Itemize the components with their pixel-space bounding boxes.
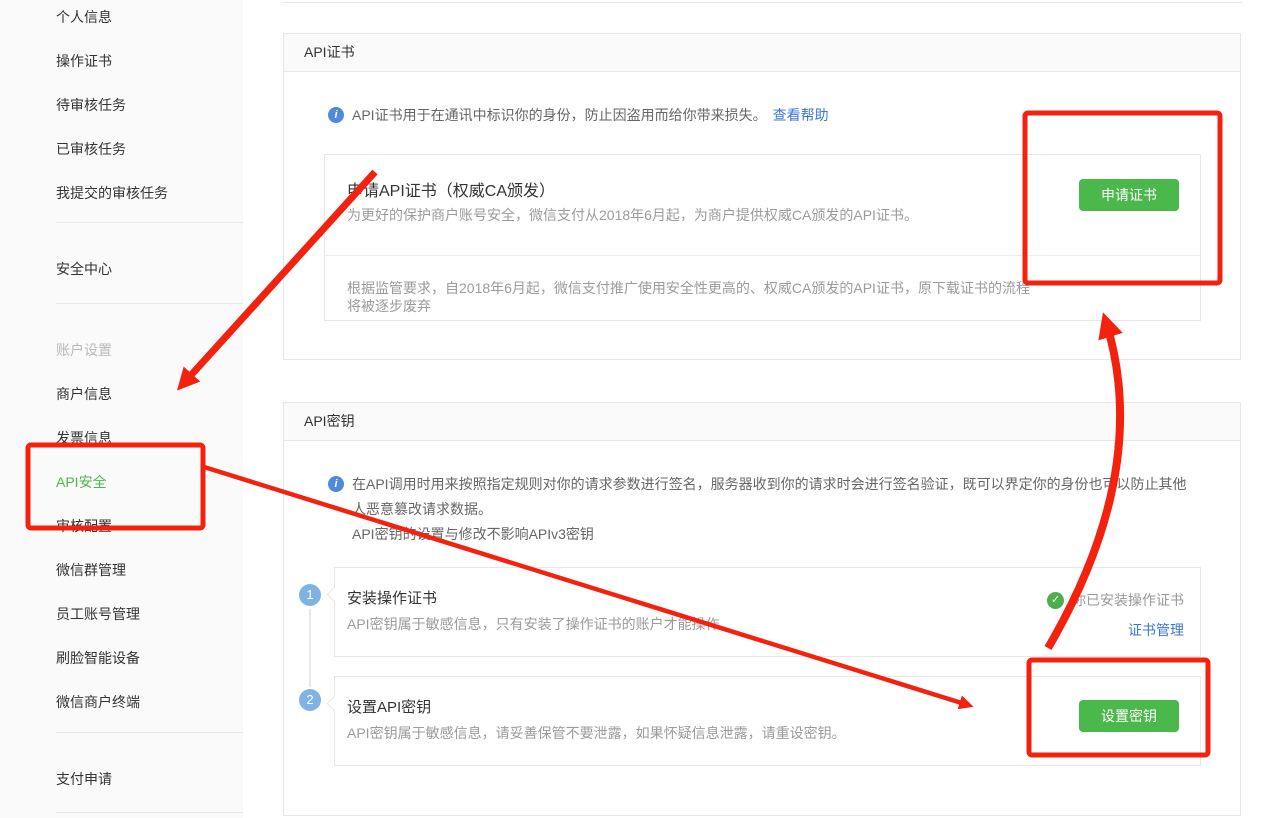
apply-cert-card-title: 申请API证书（权威CA颁发） [347,177,555,201]
step-connector [309,609,311,687]
sidebar-item-staff-account-management[interactable]: 员工账号管理 [0,592,243,636]
sidebar-divider [56,303,243,304]
sidebar-item-my-submitted-review-tasks[interactable]: 我提交的审核任务 [0,171,243,215]
sidebar-item-operation-certificate[interactable]: 操作证书 [0,39,243,83]
install-cert-step-box: 安装操作证书 API密钥属于敏感信息，只有安装了操作证书的账户才能操作 ✓ 你已… [334,567,1201,657]
sidebar-item-payment-application[interactable]: 支付申请 [0,757,243,801]
sidebar-item-wechat-group-management[interactable]: 微信群管理 [0,548,243,592]
api-key-info-row: i 在API调用时用来按照指定规则对你的请求参数进行签名，服务器收到你的请求时会… [328,475,1208,547]
content-top-divider [283,2,1243,3]
sidebar-item-merchant-info[interactable]: 商户信息 [0,372,243,416]
sidebar-item-pending-review-tasks[interactable]: 待审核任务 [0,83,243,127]
set-api-key-title: 设置API密钥 [347,696,431,717]
sidebar-item-wechat-merchant-terminal[interactable]: 微信商户终端 [0,680,243,724]
step-2-badge: 2 [299,689,321,711]
sidebar-item-security-center[interactable]: 安全中心 [0,247,243,291]
sidebar: 个人信息 操作证书 待审核任务 已审核任务 我提交的审核任务 安全中心 账户设置… [0,0,243,818]
apply-cert-notice: 根据监管要求，自2018年6月起，微信支付推广使用安全性更高的、权威CA颁发的A… [347,279,1030,315]
apply-cert-card: 申请API证书（权威CA颁发） 为更好的保护商户账号安全，微信支付从2018年6… [324,154,1201,321]
view-help-link[interactable]: 查看帮助 [773,106,829,124]
set-api-key-desc: API密钥属于敏感信息，请妥善保管不要泄露，如果怀疑信息泄露，请重设密钥。 [347,723,846,743]
sidebar-item-api-security[interactable]: API安全 [0,460,243,504]
apply-cert-card-desc: 为更好的保护商户账号安全，微信支付从2018年6月起，为商户提供权威CA颁发的A… [347,205,918,225]
api-cert-panel-title: API证书 [284,34,1240,72]
api-key-info-text: 在API调用时用来按照指定规则对你的请求参数进行签名，服务器收到你的请求时会进行… [352,472,1190,522]
api-cert-info-row: i API证书用于在通讯中标识你的身份，防止因盗用而给你带来损失。 查看帮助 [328,106,829,124]
api-key-panel-title: API密钥 [284,403,1240,441]
sidebar-item-personal-info[interactable]: 个人信息 [0,0,243,39]
sidebar-item-review-config[interactable]: 审核配置 [0,504,243,548]
api-key-info-note: API密钥的设置与修改不影响APIv3密钥 [352,522,1190,547]
sidebar-item-face-smart-device[interactable]: 刷脸智能设备 [0,636,243,680]
card-divider [325,255,1200,256]
step-box-notch [327,587,343,603]
install-cert-title: 安装操作证书 [347,587,437,608]
install-cert-status: ✓ 你已安装操作证书 [1047,590,1184,610]
info-icon: i [328,107,344,123]
step-1-badge: 1 [299,584,321,606]
install-cert-desc: API密钥属于敏感信息，只有安装了操作证书的账户才能操作 [347,614,720,634]
wechat-pay-merchant-api-security-page: 个人信息 操作证书 待审核任务 已审核任务 我提交的审核任务 安全中心 账户设置… [0,0,1275,818]
api-cert-info-text: API证书用于在通讯中标识你的身份，防止因盗用而给你带来损失。 [352,106,767,124]
info-icon: i [328,476,344,492]
sidebar-divider [56,222,243,223]
sidebar-item-reviewed-tasks[interactable]: 已审核任务 [0,127,243,171]
apply-cert-button[interactable]: 申请证书 [1079,179,1179,211]
api-cert-panel: API证书 i API证书用于在通讯中标识你的身份，防止因盗用而给你带来损失。 … [283,33,1241,360]
api-key-panel: API密钥 i 在API调用时用来按照指定规则对你的请求参数进行签名，服务器收到… [283,402,1241,816]
install-cert-status-text: 你已安装操作证书 [1072,590,1184,610]
sidebar-item-invoice-info[interactable]: 发票信息 [0,416,243,460]
set-api-key-step-box: 设置API密钥 API密钥属于敏感信息，请妥善保管不要泄露，如果怀疑信息泄露，请… [334,676,1201,766]
sidebar-section-account-settings: 账户设置 [0,328,243,372]
sidebar-divider [56,732,243,733]
set-key-button[interactable]: 设置密钥 [1079,700,1179,732]
sidebar-divider [56,812,243,813]
cert-manage-link[interactable]: 证书管理 [1128,620,1184,640]
check-icon: ✓ [1047,592,1064,609]
step-box-notch [327,696,343,712]
